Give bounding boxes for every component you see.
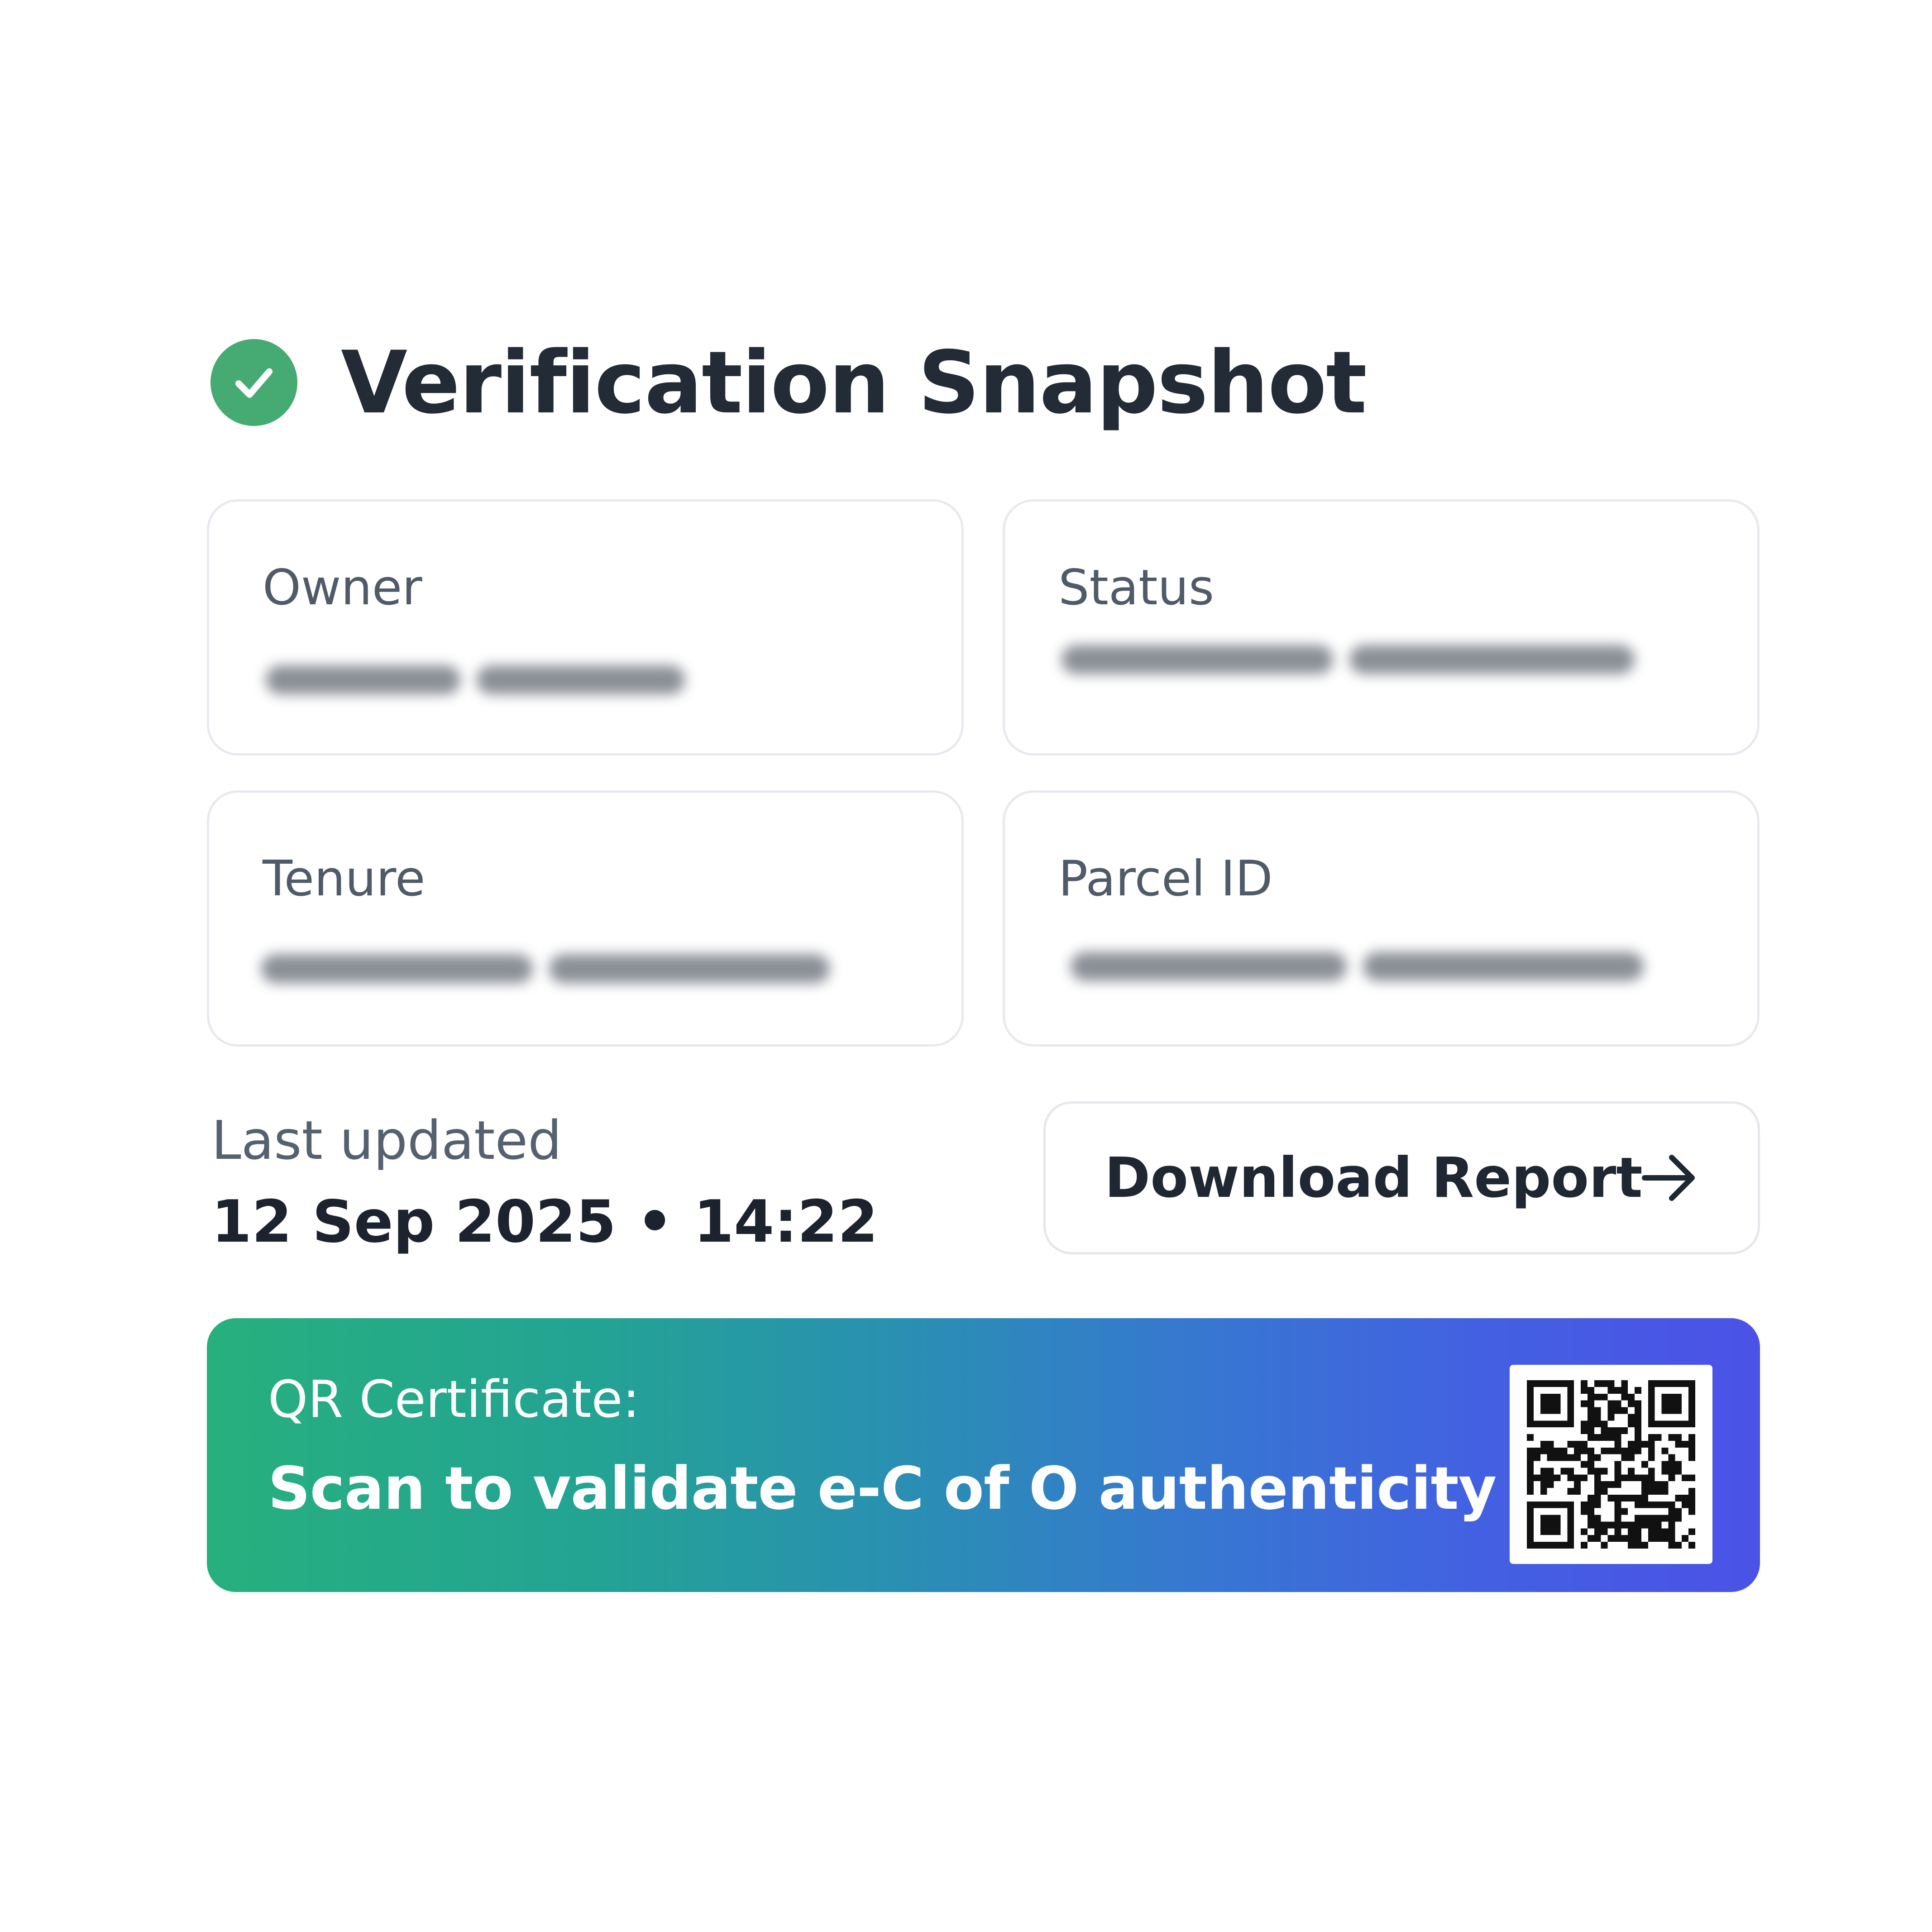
- status-card: Status: [1003, 499, 1760, 756]
- parcel-id-label: Parcel ID: [1058, 851, 1273, 907]
- qr-certificate-title: QR Certificate:: [268, 1370, 640, 1429]
- page-title: Verification Snapshot: [341, 332, 1367, 433]
- qr-certificate-banner: QR Certificate: Scan to validate e-C of …: [207, 1318, 1760, 1592]
- owner-label: Owner: [263, 560, 422, 616]
- status-value-redacted: [1062, 642, 1635, 677]
- download-report-label: Download Report: [1105, 1146, 1643, 1210]
- header: Verification Snapshot: [210, 332, 1367, 433]
- check-circle-icon: [210, 339, 297, 426]
- parcel-id-value-redacted: [1071, 949, 1644, 984]
- tenure-value-redacted: [261, 951, 830, 986]
- owner-value-redacted: [266, 662, 685, 698]
- tenure-label: Tenure: [263, 851, 426, 907]
- tenure-card: Tenure: [207, 790, 964, 1047]
- status-label: Status: [1058, 560, 1215, 616]
- arrow-right-icon: [1642, 1155, 1695, 1201]
- last-updated-label: Last updated: [211, 1109, 562, 1172]
- owner-card: Owner: [207, 499, 964, 756]
- qr-code[interactable]: [1510, 1365, 1712, 1564]
- parcel-id-card: Parcel ID: [1003, 790, 1760, 1047]
- qr-code-icon: [1527, 1380, 1695, 1549]
- qr-certificate-description: Scan to validate e-C of O authenticity: [268, 1454, 1497, 1523]
- last-updated-value: 12 Sep 2025 • 14:22: [211, 1188, 878, 1256]
- download-report-button[interactable]: Download Report: [1043, 1101, 1760, 1254]
